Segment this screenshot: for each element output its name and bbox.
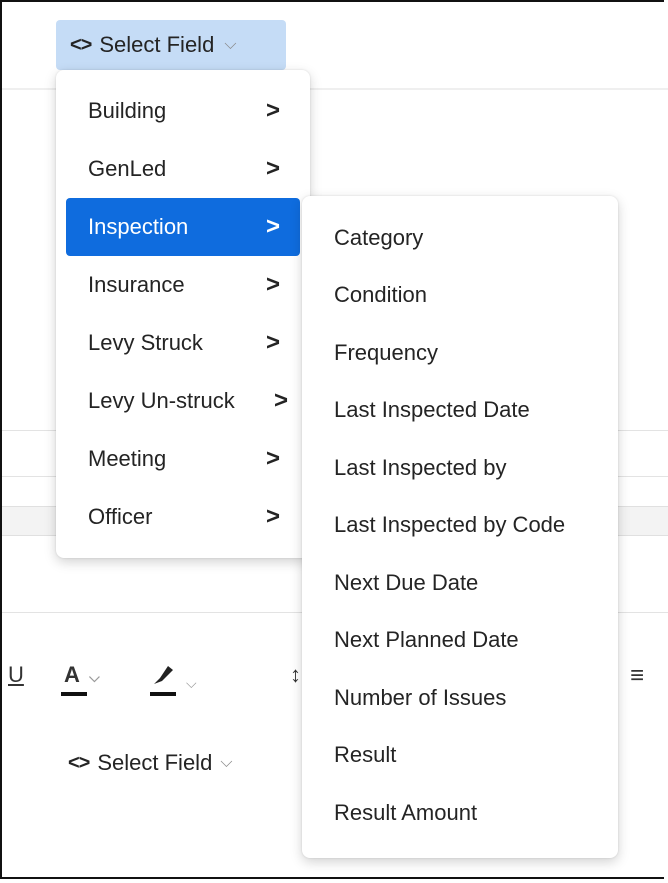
underline-button[interactable]: U	[8, 662, 24, 688]
chevron-right-icon: >	[265, 445, 280, 472]
select-field-button-secondary[interactable]: <> Select Field ⌵	[68, 748, 232, 778]
select-field-label: Select Field	[99, 32, 215, 57]
chevron-right-icon: >	[273, 387, 288, 414]
chevron-right-icon: >	[265, 97, 280, 124]
menu-item-label: Meeting	[88, 446, 167, 471]
menu-item-genled[interactable]: GenLed >	[66, 140, 300, 198]
menu-item-label: Insurance	[88, 272, 185, 297]
inspection-submenu: Category Condition Frequency Last Inspec…	[302, 196, 618, 858]
chevron-down-icon: ⌵	[224, 36, 237, 53]
menu-item-label: Levy Un-struck	[88, 388, 235, 413]
align-left-icon[interactable]: ≡	[630, 662, 644, 690]
code-brackets-icon: <>	[70, 33, 92, 56]
menu-item-label: Levy Struck	[88, 330, 203, 355]
menu-item-levy-struck[interactable]: Levy Struck >	[66, 314, 300, 372]
font-color-letter: A	[64, 662, 80, 687]
menu-item-label: Inspection	[88, 214, 189, 239]
submenu-item-last-inspected-by[interactable]: Last Inspected by	[302, 439, 618, 497]
chevron-down-icon: ⌵	[220, 754, 233, 771]
highlight-swatch	[150, 692, 176, 696]
chevron-right-icon: >	[265, 155, 280, 182]
menu-item-label: GenLed	[88, 156, 167, 181]
menu-item-insurance[interactable]: Insurance >	[66, 256, 300, 314]
submenu-item-frequency[interactable]: Frequency	[302, 324, 618, 382]
submenu-item-last-inspected-by-code[interactable]: Last Inspected by Code	[302, 497, 618, 555]
chevron-down-icon[interactable]: ⌵	[85, 669, 100, 685]
submenu-item-last-inspected-date[interactable]: Last Inspected Date	[302, 382, 618, 440]
submenu-item-next-due-date[interactable]: Next Due Date	[302, 554, 618, 612]
menu-item-label: Building	[88, 98, 167, 123]
menu-item-inspection[interactable]: Inspection >	[66, 198, 300, 256]
menu-item-label: Officer	[88, 504, 153, 529]
select-field-label: Select Field	[97, 750, 213, 775]
submenu-item-condition[interactable]: Condition	[302, 267, 618, 325]
chevron-right-icon: >	[265, 271, 280, 298]
field-category-menu: Building > GenLed > Inspection > Insuran…	[56, 70, 310, 558]
submenu-item-number-of-issues[interactable]: Number of Issues	[302, 669, 618, 727]
chevron-right-icon: >	[265, 503, 280, 530]
menu-item-officer[interactable]: Officer >	[66, 488, 300, 546]
font-color-swatch	[61, 692, 87, 696]
menu-item-building[interactable]: Building >	[66, 82, 300, 140]
submenu-item-result-amount[interactable]: Result Amount	[302, 784, 618, 842]
font-color-button[interactable]: A ⌵	[61, 662, 100, 696]
chevron-down-icon[interactable]: ⌵	[182, 675, 197, 691]
submenu-item-category[interactable]: Category	[302, 209, 618, 267]
menu-item-levy-un-struck[interactable]: Levy Un-struck >	[66, 372, 300, 430]
submenu-item-next-planned-date[interactable]: Next Planned Date	[302, 612, 618, 670]
select-field-button[interactable]: <> Select Field ⌵	[56, 20, 286, 70]
chevron-right-icon: >	[265, 329, 280, 356]
highlight-button[interactable]: ⌵	[150, 662, 197, 696]
line-spacing-icon[interactable]: ↕	[290, 662, 301, 688]
menu-item-meeting[interactable]: Meeting >	[66, 430, 300, 488]
chevron-right-icon: >	[265, 213, 280, 240]
highlighter-icon	[154, 666, 173, 684]
code-brackets-icon: <>	[68, 751, 90, 774]
submenu-item-result[interactable]: Result	[302, 727, 618, 785]
